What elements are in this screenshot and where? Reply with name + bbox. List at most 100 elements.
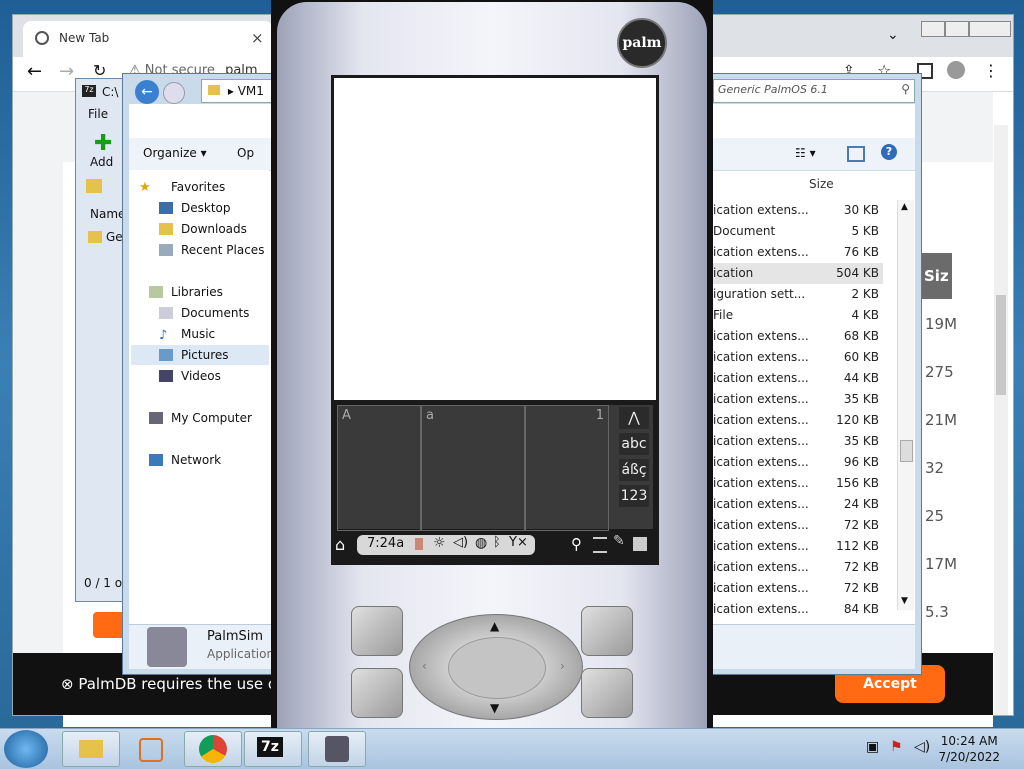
network-tray-icon[interactable]: ▣ xyxy=(866,739,879,755)
page-scrollbar-thumb[interactable] xyxy=(996,295,1006,395)
scrollbar-thumb[interactable] xyxy=(900,440,913,462)
file-row[interactable]: iguration sett... 2 KB xyxy=(713,284,883,305)
taskbar-media-player-button[interactable] xyxy=(122,731,180,767)
hardware-button-notes[interactable] xyxy=(581,668,633,718)
home-icon[interactable]: ⌂ xyxy=(335,535,345,554)
nav-favorites[interactable]: Favorites xyxy=(171,180,225,194)
graffiti-letters[interactable]: A xyxy=(337,405,421,531)
keyboard-numeric-button[interactable]: 123 xyxy=(619,485,649,507)
hardware-button-contacts[interactable] xyxy=(351,668,403,718)
file-row[interactable]: ication extens... 84 KB xyxy=(713,599,883,620)
nav-network[interactable]: Network xyxy=(171,453,221,467)
file-row[interactable]: ication 504 KB xyxy=(713,263,883,284)
dpad-up-icon[interactable]: ▲ xyxy=(490,619,499,633)
dpad-down-icon[interactable]: ▼ xyxy=(490,701,499,715)
find-icon[interactable]: ⚲ xyxy=(571,535,582,553)
folder-icon xyxy=(88,231,102,243)
add-label[interactable]: Add xyxy=(90,155,113,169)
nav-recent-places[interactable]: Recent Places xyxy=(181,243,264,257)
system-clock[interactable]: 10:24 AM 7/20/2022 xyxy=(938,733,1000,765)
file-row[interactable]: ication extens... 35 KB xyxy=(713,431,883,452)
up-folder-icon[interactable] xyxy=(86,179,102,193)
keyboard-intl-button[interactable]: áßç xyxy=(619,459,649,481)
scroll-down-icon[interactable]: ▼ xyxy=(901,596,908,606)
file-row[interactable]: ication extens... 76 KB xyxy=(713,242,883,263)
taskbar-7zip-button[interactable]: 7z xyxy=(244,731,302,767)
file-row[interactable]: Document 5 KB xyxy=(713,221,883,242)
file-row[interactable]: ication extens... 96 KB xyxy=(713,452,883,473)
forward-icon[interactable]: → xyxy=(59,61,74,82)
taskbar-palmsim-button[interactable] xyxy=(308,731,366,767)
flag-tray-icon[interactable]: ⚑ xyxy=(890,739,903,755)
file-row[interactable]: ication extens... 35 KB xyxy=(713,389,883,410)
dpad-left-icon[interactable]: ‹ xyxy=(422,659,427,673)
nav-documents[interactable]: Documents xyxy=(181,306,249,320)
size-column-header[interactable]: Size xyxy=(809,177,834,191)
nav-downloads[interactable]: Downloads xyxy=(181,222,247,236)
file-row[interactable]: File 4 KB xyxy=(713,305,883,326)
file-row[interactable]: ication extens... 120 KB xyxy=(713,410,883,431)
profile-icon[interactable] xyxy=(947,61,965,79)
tab-close-icon[interactable]: × xyxy=(251,29,264,47)
nav-pictures[interactable]: Pictures xyxy=(181,348,229,362)
status-pill[interactable]: 7:24a ☼ ◁) ◍ ᛒ Y× xyxy=(357,535,535,555)
nav-libraries[interactable]: Libraries xyxy=(171,285,223,299)
five-way-select[interactable] xyxy=(448,637,546,699)
volume-tray-icon[interactable]: ◁) xyxy=(914,739,930,755)
add-icon[interactable]: ✚ xyxy=(94,131,112,156)
organize-button[interactable]: Organize ▾ xyxy=(143,146,207,160)
nav-my-computer[interactable]: My Computer xyxy=(171,411,252,425)
nav-music[interactable]: Music xyxy=(181,327,215,341)
menu-icon[interactable]: ⋮ xyxy=(983,61,999,80)
chevron-down-icon[interactable]: ⌄ xyxy=(887,27,899,43)
volume-icon: ◁) xyxy=(453,535,469,550)
close-icon[interactable] xyxy=(969,21,1011,37)
file-row[interactable]: ication extens... 156 KB xyxy=(713,473,883,494)
hardware-button-calendar[interactable] xyxy=(351,606,403,656)
graffiti-numbers[interactable]: 1 xyxy=(525,405,609,531)
scroll-up-icon[interactable]: ▲ xyxy=(901,202,908,212)
open-button[interactable]: Op xyxy=(237,146,254,160)
file-row[interactable]: ication extens... 112 KB xyxy=(713,536,883,557)
menu-file[interactable]: File xyxy=(88,107,108,121)
file-row[interactable]: ication extens... 72 KB xyxy=(713,515,883,536)
forward-icon[interactable] xyxy=(163,82,185,104)
menu-icon[interactable] xyxy=(593,537,607,553)
keyboard-abc-button[interactable]: abc xyxy=(619,433,649,455)
file-row[interactable]: ication extens... 72 KB xyxy=(713,578,883,599)
start-button[interactable] xyxy=(4,730,48,768)
search-input[interactable]: Generic PalmOS 6.1 ⚲ xyxy=(713,79,915,103)
file-row[interactable]: ication extens... 72 KB xyxy=(713,557,883,578)
maximize-icon[interactable] xyxy=(945,21,969,37)
file-row-name[interactable]: Ge xyxy=(106,230,123,244)
nav-desktop[interactable]: Desktop xyxy=(181,201,231,215)
five-way-navigator[interactable]: ▲ ▼ ‹ › xyxy=(409,614,583,720)
back-icon[interactable]: ← xyxy=(135,80,159,104)
minimize-icon[interactable] xyxy=(921,21,945,37)
dia-icon[interactable] xyxy=(633,537,647,551)
file-row[interactable]: ication extens... 24 KB xyxy=(713,494,883,515)
file-row[interactable]: ication extens... 30 KB xyxy=(713,200,883,221)
hardware-button-tasks[interactable] xyxy=(581,606,633,656)
file-row[interactable]: ication extens... 44 KB xyxy=(713,368,883,389)
nav-videos[interactable]: Videos xyxy=(181,369,221,383)
page-scrollbar[interactable] xyxy=(994,125,1008,715)
file-list-scrollbar[interactable]: ▲ ▼ xyxy=(897,200,914,610)
breadcrumb-item[interactable]: VM1 xyxy=(238,84,264,98)
graffiti-area[interactable]: A a 1 ⋀ abc áßç 123 xyxy=(337,405,653,531)
palm-display[interactable] xyxy=(334,78,656,400)
graffiti-lowercase[interactable]: a xyxy=(421,405,525,531)
browser-tab[interactable]: New Tab × xyxy=(23,21,273,57)
back-icon[interactable]: ← xyxy=(27,61,42,82)
dpad-right-icon[interactable]: › xyxy=(560,659,565,673)
taskbar-chrome-button[interactable] xyxy=(184,731,242,767)
file-row[interactable]: ication extens... 60 KB xyxy=(713,347,883,368)
help-icon[interactable]: ? xyxy=(881,144,897,160)
file-row[interactable]: ication extens... 68 KB xyxy=(713,326,883,347)
taskbar-explorer-button[interactable] xyxy=(62,731,120,767)
view-options-icon[interactable]: ☷ ▾ xyxy=(795,146,816,160)
pen-icon[interactable]: ✎ xyxy=(613,533,625,549)
preview-pane-icon[interactable] xyxy=(847,146,865,162)
shift-up-button[interactable]: ⋀ xyxy=(619,407,649,429)
sevenzip-logo-icon: 7z xyxy=(82,85,96,97)
